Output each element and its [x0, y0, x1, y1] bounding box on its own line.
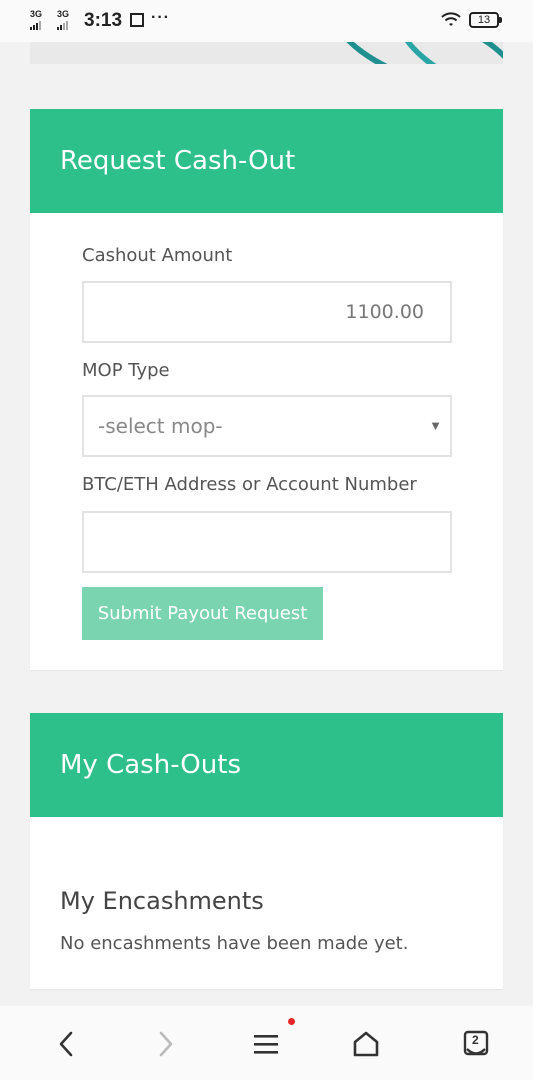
- home-icon: [353, 1031, 379, 1057]
- dropdown-arrow-icon: ▼: [429, 418, 442, 433]
- card-title: My Cash-Outs: [60, 750, 241, 780]
- menu-button[interactable]: [246, 1018, 295, 1064]
- encashments-heading: My Encashments: [60, 887, 264, 915]
- mop-selected-value: -select mop-: [98, 414, 223, 438]
- cashout-amount-label: Cashout Amount: [82, 245, 233, 266]
- clock: 3:13: [84, 10, 123, 31]
- empty-state-text: No encashments have been made yet.: [60, 933, 409, 954]
- wifi-icon: [441, 12, 461, 26]
- status-bar: 3G 3G 3:13 ··· 13: [0, 0, 533, 42]
- home-button[interactable]: [346, 1024, 386, 1064]
- card-header: My Cash-Outs: [30, 713, 503, 817]
- submit-payout-button[interactable]: Submit Payout Request: [82, 587, 323, 640]
- hamburger-icon: [254, 1035, 278, 1054]
- more-notifications-icon: ···: [151, 9, 170, 26]
- address-label: BTC/ETH Address or Account Number: [82, 474, 417, 495]
- network-type-label: 3G: [30, 9, 43, 19]
- chevron-left-icon: [59, 1031, 73, 1057]
- signal-icon: 3G: [57, 10, 69, 30]
- card-title: Request Cash-Out: [60, 146, 296, 176]
- tabs-button[interactable]: 2: [456, 1024, 496, 1064]
- chevron-right-icon: [159, 1031, 173, 1057]
- my-cashouts-card: My Cash-Outs My Encashments No encashmen…: [30, 713, 503, 989]
- notification-dot: [288, 1018, 295, 1025]
- forward-button[interactable]: [146, 1024, 186, 1064]
- mop-type-select[interactable]: -select mop- ▼: [82, 395, 452, 457]
- cashout-amount-value: 1100.00: [345, 301, 424, 323]
- banner-image: [30, 42, 503, 64]
- tabs-count: 2: [472, 1033, 479, 1047]
- address-input[interactable]: [82, 511, 452, 573]
- signal-icon: 3G: [30, 10, 42, 30]
- battery-icon: 13: [469, 12, 502, 28]
- request-cashout-card: Request Cash-Out Cashout Amount 1100.00 …: [30, 109, 503, 670]
- mop-type-label: MOP Type: [82, 360, 170, 381]
- network-type-label: 3G: [57, 9, 70, 19]
- card-header: Request Cash-Out: [30, 109, 503, 213]
- back-button[interactable]: [46, 1024, 86, 1064]
- screenshot-icon: [130, 13, 144, 27]
- cashout-amount-input[interactable]: 1100.00: [82, 281, 452, 343]
- browser-bottom-nav: 2: [0, 1006, 533, 1080]
